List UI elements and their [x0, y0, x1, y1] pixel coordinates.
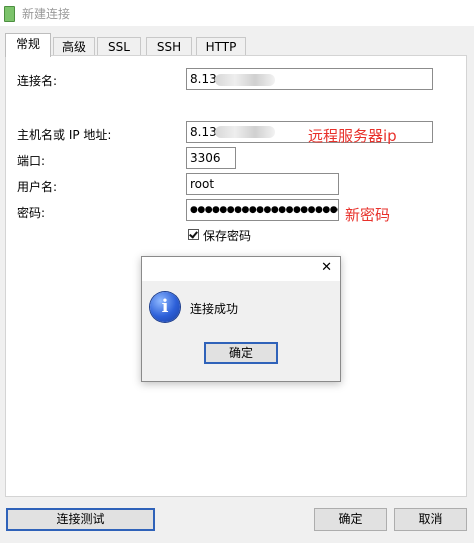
password-label: 密码:: [17, 206, 46, 220]
app-icon: [4, 6, 15, 22]
tab-ssl[interactable]: SSL: [97, 37, 141, 56]
host-label: 主机名或 IP 地址:: [17, 128, 112, 142]
tab-advanced[interactable]: 高级: [53, 37, 95, 56]
window-title: 新建连接: [22, 7, 71, 21]
connection-name-label: 连接名:: [17, 74, 58, 88]
title-bar: 新建连接: [0, 0, 474, 26]
password-value: ●●●●●●●●●●●●●●●●●●●●●●: [190, 205, 339, 215]
user-input[interactable]: root: [186, 173, 339, 195]
close-icon[interactable]: ✕: [321, 260, 332, 275]
info-icon: i: [150, 292, 180, 322]
port-input[interactable]: 3306: [186, 147, 236, 169]
dialog-ok-button[interactable]: 确定: [204, 342, 278, 364]
redacted-blur: [215, 126, 275, 138]
port-label: 端口:: [17, 154, 46, 168]
dialog-message: 连接成功: [190, 302, 239, 316]
save-password-checkbox[interactable]: [188, 229, 199, 240]
check-icon: [189, 229, 198, 239]
tab-http[interactable]: HTTP: [196, 37, 246, 56]
tab-general[interactable]: 常规: [5, 33, 51, 57]
user-value: root: [190, 177, 215, 191]
ok-button[interactable]: 确定: [314, 508, 387, 531]
test-connection-button[interactable]: 连接测试: [6, 508, 155, 531]
redacted-blur: [215, 74, 275, 86]
password-annotation: 新密码: [345, 206, 391, 224]
user-label: 用户名:: [17, 180, 58, 194]
host-annotation: 远程服务器ip: [308, 127, 397, 145]
dialog-title-bar: ✕: [142, 257, 340, 281]
port-value: 3306: [190, 151, 221, 165]
tab-ssh[interactable]: SSH: [146, 37, 192, 56]
cancel-button[interactable]: 取消: [394, 508, 467, 531]
connection-name-value: 8.13: [190, 72, 217, 86]
host-value: 8.13: [190, 125, 217, 139]
password-input[interactable]: ●●●●●●●●●●●●●●●●●●●●●●: [186, 199, 339, 221]
save-password-label: 保存密码: [203, 229, 252, 243]
connection-success-dialog: ✕ i 连接成功 确定: [141, 256, 341, 382]
